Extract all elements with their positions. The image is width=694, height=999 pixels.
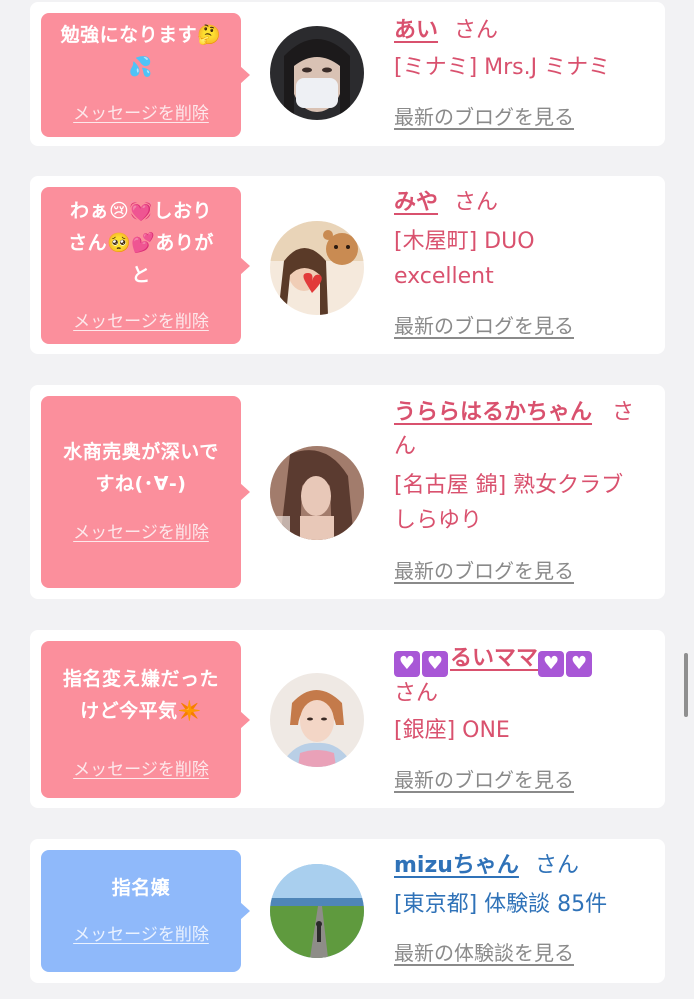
- latest-blog-link[interactable]: 最新のブログを見る: [394, 766, 574, 794]
- message-card: 指名嬢 メッセージを削除 mizuちゃん さん [東京都] 体験談 85件 最新の…: [30, 839, 665, 983]
- message-text: 指名嬢: [49, 872, 233, 904]
- message-text-line: 勉強になります🤔: [60, 24, 222, 46]
- message-bubble: 勉強になります🤔 💦 メッセージを削除: [41, 13, 250, 137]
- honorific: さん: [534, 853, 579, 878]
- sender-name-link[interactable]: ♥ ♥ るいママ ♥ ♥: [394, 646, 594, 677]
- sender-info: ♥ ♥ るいママ ♥ ♥ さん [銀座] ONE: [394, 642, 660, 748]
- sender-shop-line: [名古屋 錦] 熟女クラブ: [394, 473, 624, 498]
- sender-name-line: mizuちゃん さん: [394, 849, 660, 883]
- latest-review-link[interactable]: 最新の体験談を見る: [394, 939, 574, 967]
- avatar-photo: [270, 673, 364, 767]
- message-text-line: 指名変え嫌だった: [62, 668, 219, 690]
- honorific: さ: [612, 400, 635, 425]
- honorific-wrap: ん: [394, 434, 417, 459]
- avatar[interactable]: [270, 26, 364, 120]
- message-card: 水商売奥が深いで すね(･∀-) メッセージを削除 うららはるかちゃんさ ん […: [30, 385, 665, 599]
- avatar-photo: [270, 864, 364, 958]
- sender-info: みや さん [木屋町] DUO excellent: [394, 186, 660, 294]
- message-bubble: 指名嬢 メッセージを削除: [41, 850, 250, 972]
- sender-name-line: ♥ ♥ るいママ ♥ ♥: [394, 642, 660, 677]
- delete-message-link[interactable]: メッセージを削除: [41, 311, 241, 333]
- message-text-line: 指名嬢: [111, 877, 171, 899]
- latest-blog-link[interactable]: 最新のブログを見る: [394, 103, 574, 131]
- latest-blog-link[interactable]: 最新のブログを見る: [394, 312, 574, 340]
- message-card: わぁ😢💓しおり さん🥺💕ありが と メッセージを削除 みや さん [木屋町] D…: [30, 176, 665, 354]
- sender-name-link[interactable]: あい: [394, 18, 438, 43]
- avatar-photo: [270, 446, 364, 540]
- message-text-line: さん🥺💕ありが: [68, 232, 214, 254]
- avatar[interactable]: [270, 221, 364, 315]
- message-bubble: わぁ😢💓しおり さん🥺💕ありが と メッセージを削除: [41, 187, 250, 344]
- sender-name-line-wrap: ん: [394, 430, 660, 464]
- avatar-photo: [270, 26, 364, 120]
- sender-name-link[interactable]: みや: [394, 190, 438, 215]
- sender-info: mizuちゃん さん [東京都] 体験談 85件: [394, 849, 660, 922]
- message-card: 指名変え嫌だった けど今平気✴️ メッセージを削除 ♥ ♥ るいママ ♥ ♥ さ…: [30, 630, 665, 808]
- sender-info: あい さん [ミナミ] Mrs.J ミナミ: [394, 14, 660, 85]
- sender-shop: [東京都] 体験談 85件: [394, 892, 608, 917]
- sender-shop-line: [木屋町] DUO: [394, 229, 535, 254]
- message-text-line: 💦: [128, 56, 154, 78]
- message-text-line: すね(･∀-): [95, 473, 187, 495]
- message-text-line: 水商売奥が深いで: [63, 441, 219, 463]
- sender-name-line: みや さん: [394, 186, 660, 220]
- avatar[interactable]: [270, 864, 364, 958]
- latest-blog-link[interactable]: 最新のブログを見る: [394, 557, 574, 585]
- message-bubble: 指名変え嫌だった けど今平気✴️ メッセージを削除: [41, 641, 250, 798]
- scrollbar[interactable]: [684, 653, 688, 717]
- delete-message-link[interactable]: メッセージを削除: [41, 103, 241, 125]
- message-text: わぁ😢💓しおり さん🥺💕ありが と: [49, 195, 233, 291]
- honorific: さん: [454, 18, 499, 43]
- message-text: 指名変え嫌だった けど今平気✴️: [49, 663, 233, 727]
- purple-heart-icon: ♥: [394, 651, 420, 677]
- delete-message-link[interactable]: メッセージを削除: [41, 522, 241, 544]
- purple-heart-icon: ♥: [538, 651, 565, 677]
- sender-name-link[interactable]: うららはるかちゃん: [394, 400, 592, 425]
- sender-shop: [木屋町] DUO excellent: [394, 224, 660, 294]
- purple-heart-icon: ♥: [422, 651, 448, 677]
- sender-shop-line: excellent: [394, 264, 494, 289]
- sender-name-line-wrap: さん: [394, 677, 660, 711]
- honorific: さん: [454, 190, 499, 215]
- message-text-line: と: [131, 264, 151, 286]
- message-card: 勉強になります🤔 💦 メッセージを削除 あい さん [ミナミ] Mrs.J ミナミ…: [30, 2, 665, 146]
- avatar[interactable]: [270, 673, 364, 767]
- sender-shop: [名古屋 錦] 熟女クラブ しらゆり: [394, 468, 660, 538]
- message-text: 水商売奥が深いで すね(･∀-): [49, 436, 233, 500]
- purple-heart-icon: ♥: [566, 651, 593, 677]
- message-text-line: けど今平気✴️: [80, 700, 202, 722]
- sender-shop: [銀座] ONE: [394, 718, 510, 743]
- sender-shop: [ミナミ] Mrs.J ミナミ: [394, 55, 611, 80]
- delete-message-link[interactable]: メッセージを削除: [41, 759, 241, 781]
- sender-name-link[interactable]: mizuちゃん: [394, 853, 519, 878]
- message-bubble: 水商売奥が深いで すね(･∀-) メッセージを削除: [41, 396, 250, 588]
- delete-message-link[interactable]: メッセージを削除: [41, 924, 241, 946]
- message-text-line: わぁ😢💓しおり: [70, 200, 212, 222]
- sender-name-line: あい さん: [394, 14, 660, 48]
- sender-name-text: るいママ: [450, 646, 539, 671]
- sender-name-line: うららはるかちゃんさ: [394, 396, 660, 430]
- avatar[interactable]: [270, 446, 364, 540]
- avatar-photo: [270, 221, 364, 315]
- sender-info: うららはるかちゃんさ ん [名古屋 錦] 熟女クラブ しらゆり: [394, 396, 660, 538]
- sender-shop-line: しらゆり: [394, 508, 483, 533]
- message-text: 勉強になります🤔 💦: [49, 19, 233, 83]
- honorific: さん: [394, 681, 439, 706]
